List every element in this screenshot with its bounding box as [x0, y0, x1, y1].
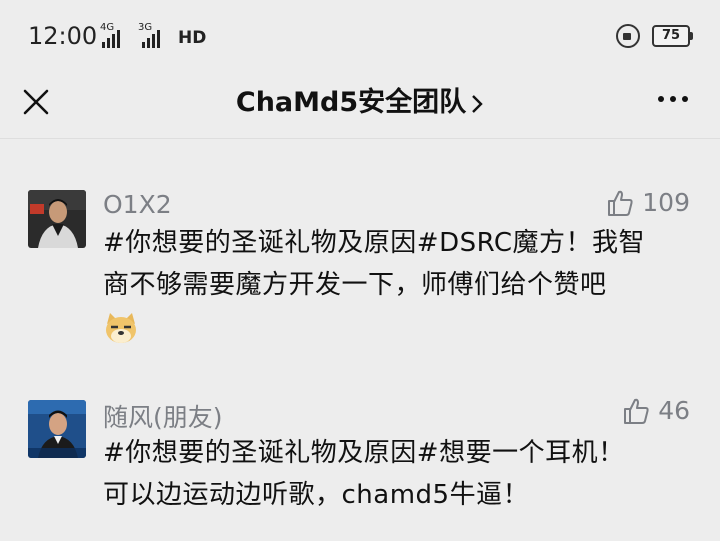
- chevron-right-icon: [472, 94, 483, 113]
- comment-text-line: 商不够需要魔方开发一下，师傅们给个赞吧: [103, 270, 607, 300]
- signal-indicators: 4G 3G HD: [94, 22, 207, 48]
- hd-icon: HD: [178, 28, 207, 48]
- page-title-text: ChaMd5安全团队: [235, 87, 467, 118]
- status-time: 12:00: [28, 22, 98, 50]
- avatar[interactable]: [28, 400, 86, 458]
- comment-text-line: #你想要的圣诞礼物及原因#DSRC魔方！我智: [103, 228, 646, 258]
- comment-author[interactable]: O1X2: [103, 190, 172, 219]
- nav-bar: ChaMd5安全团队: [0, 68, 720, 139]
- rotation-lock-icon: [616, 24, 640, 48]
- status-bar: 12:00 4G 3G HD 75: [0, 0, 720, 68]
- doge-emoji-icon: [106, 313, 136, 343]
- signal-4g-icon: 4G: [94, 22, 128, 48]
- status-right: 75: [616, 24, 693, 48]
- comment-text-line: 可以边运动边听歌，chamd5牛逼！: [103, 480, 530, 510]
- avatar[interactable]: [28, 190, 86, 248]
- like-count: 109: [642, 188, 690, 217]
- page-title[interactable]: ChaMd5安全团队: [0, 80, 720, 119]
- like-button[interactable]: 109: [606, 188, 690, 217]
- comment-text: #你想要的圣诞礼物及原因#想要一个耳机！ 可以边运动边听歌，chamd5牛逼！: [103, 432, 693, 516]
- comment-author[interactable]: 随风(朋友): [103, 398, 223, 434]
- like-button[interactable]: 46: [622, 396, 690, 425]
- like-count: 46: [658, 396, 690, 425]
- thumbs-up-icon: [608, 190, 633, 216]
- battery-icon: 75: [652, 25, 693, 47]
- thumbs-up-icon: [624, 398, 649, 424]
- more-icon[interactable]: [658, 96, 688, 102]
- comment-text-line: #你想要的圣诞礼物及原因#想要一个耳机！: [103, 438, 625, 468]
- comment-text: #你想要的圣诞礼物及原因#DSRC魔方！我智 商不够需要魔方开发一下，师傅们给个…: [103, 222, 693, 359]
- signal-3g-icon: 3G: [136, 22, 166, 48]
